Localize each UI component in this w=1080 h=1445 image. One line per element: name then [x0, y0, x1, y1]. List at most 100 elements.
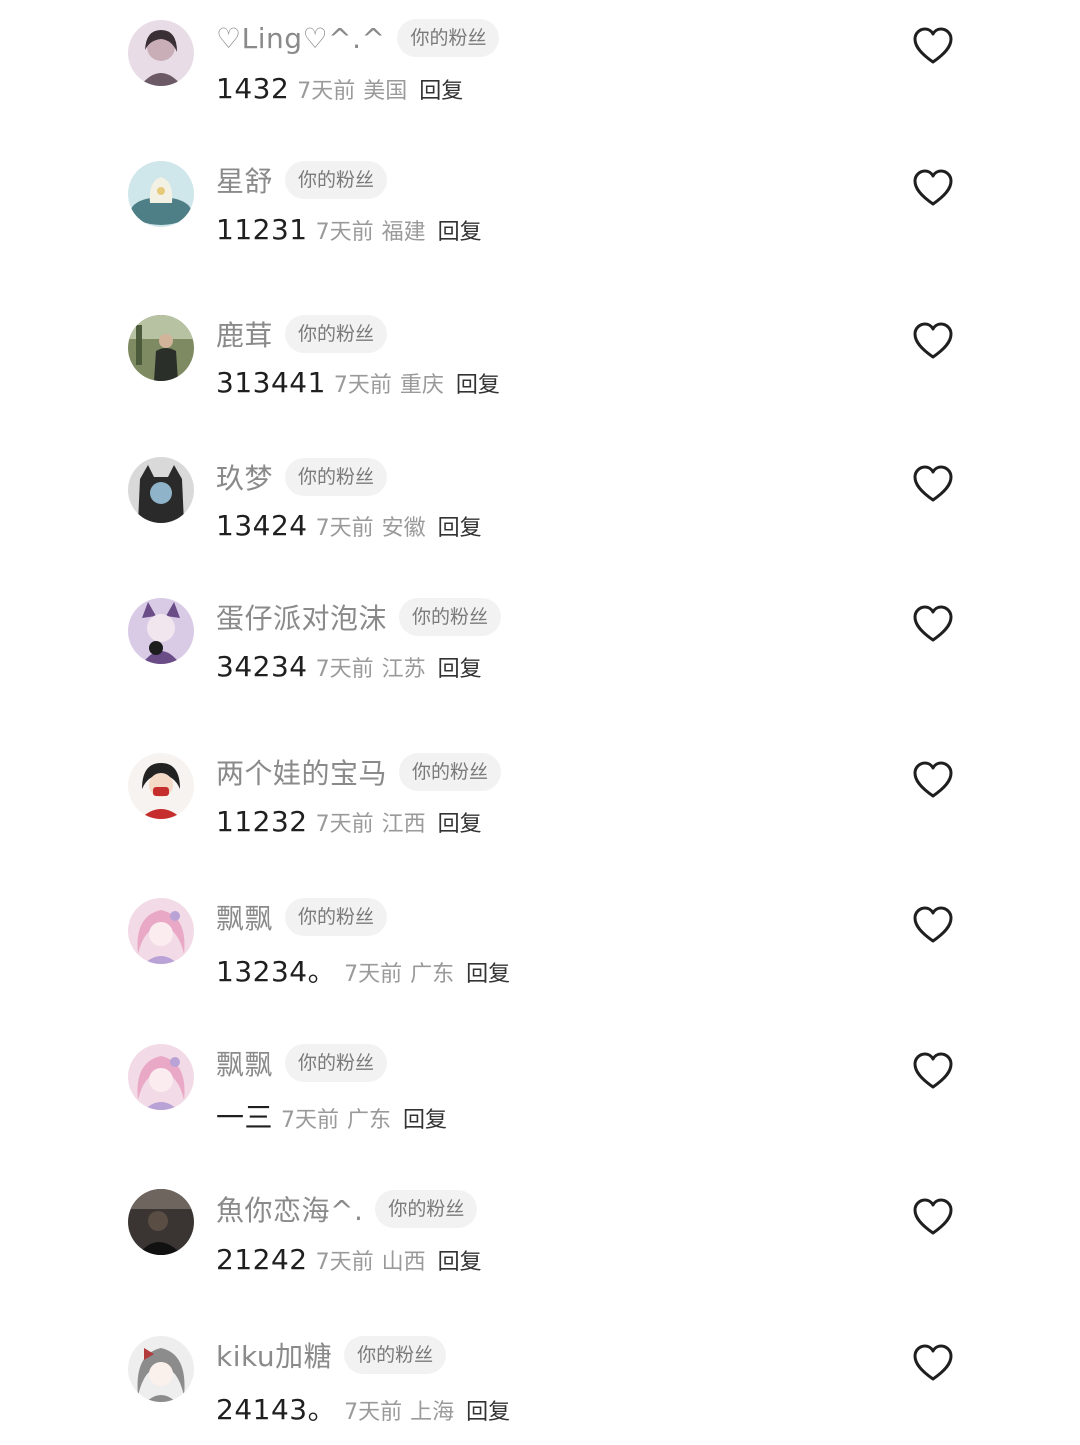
comment-location: 上海 — [410, 1400, 455, 1425]
like-button[interactable] — [912, 905, 954, 945]
username[interactable]: ♡Ling♡^.^ — [216, 22, 385, 55]
heart-outline-icon — [913, 465, 953, 502]
reply-button[interactable]: 回复 — [466, 956, 510, 988]
comment-location: 福建 — [381, 220, 426, 245]
comment-text[interactable]: 11231 — [216, 213, 308, 246]
reply-button[interactable]: 回复 — [438, 1244, 482, 1276]
comment-text[interactable]: 313441 — [216, 366, 326, 399]
meta-row: 1432 7天前 美国 回复 — [216, 72, 463, 112]
heart-outline-icon — [913, 761, 953, 798]
heart-outline-icon — [913, 906, 953, 943]
avatar[interactable] — [128, 753, 194, 819]
meta-row: 13424 7天前 安徽 回复 — [216, 509, 482, 549]
comment-time: 7天前 — [344, 962, 403, 987]
comment-text[interactable]: 13234。 — [216, 950, 336, 990]
username[interactable]: kiku加糖 — [216, 1335, 332, 1375]
heart-outline-icon — [913, 1052, 953, 1089]
comment-item: 飘飘 你的粉丝 13234。 7天前 广东 回复 — [0, 897, 1080, 1007]
comment-location: 安徽 — [381, 516, 426, 541]
fan-badge: 你的粉丝 — [399, 598, 502, 636]
name-row: 星舒 你的粉丝 — [216, 160, 388, 200]
comment-item: 星舒 你的粉丝 11231 7天前 福建 回复 — [0, 160, 1080, 270]
comment-time: 7天前 — [344, 1400, 403, 1425]
meta-row: 313441 7天前 重庆 回复 — [216, 366, 500, 406]
avatar[interactable] — [128, 161, 194, 227]
reply-button[interactable]: 回复 — [466, 1394, 510, 1426]
comment-text[interactable]: 13424 — [216, 509, 308, 542]
username[interactable]: 鹿茸 — [216, 314, 273, 354]
fan-badge: 你的粉丝 — [344, 1336, 447, 1374]
like-button[interactable] — [912, 760, 954, 800]
fan-badge: 你的粉丝 — [285, 161, 388, 199]
name-row: 玖梦 你的粉丝 — [216, 457, 388, 497]
reply-button[interactable]: 回复 — [438, 510, 482, 542]
comment-text[interactable]: 1432 — [216, 72, 289, 105]
avatar[interactable] — [128, 898, 194, 964]
name-row: kiku加糖 你的粉丝 — [216, 1335, 447, 1375]
reply-button[interactable]: 回复 — [419, 73, 463, 105]
comment-text[interactable]: 24143。 — [216, 1388, 336, 1428]
reply-button[interactable]: 回复 — [438, 651, 482, 683]
fan-badge: 你的粉丝 — [285, 315, 388, 353]
like-button[interactable] — [912, 321, 954, 361]
like-button[interactable] — [912, 1197, 954, 1237]
comment-location: 江西 — [381, 812, 426, 837]
heart-outline-icon — [913, 1344, 953, 1381]
comment-text[interactable]: 一三 — [216, 1096, 273, 1136]
name-row: 魚你恋海^. 你的粉丝 — [216, 1189, 478, 1229]
comment-time: 7天前 — [281, 1108, 340, 1133]
reply-button[interactable]: 回复 — [403, 1102, 447, 1134]
comment-text[interactable]: 21242 — [216, 1243, 308, 1276]
comment-item: 飘飘 你的粉丝 一三 7天前 广东 回复 — [0, 1043, 1080, 1153]
comment-time: 7天前 — [297, 79, 356, 104]
like-button[interactable] — [912, 464, 954, 504]
avatar[interactable] — [128, 20, 194, 86]
comment-text[interactable]: 11232 — [216, 805, 308, 838]
comment-item: 魚你恋海^. 你的粉丝 21242 7天前 山西 回复 — [0, 1189, 1080, 1299]
avatar[interactable] — [128, 457, 194, 523]
username[interactable]: 飘飘 — [216, 897, 273, 937]
avatar[interactable] — [128, 1189, 194, 1255]
username[interactable]: 蛋仔派对泡沫 — [216, 597, 387, 637]
name-row: 鹿茸 你的粉丝 — [216, 314, 388, 354]
fan-badge: 你的粉丝 — [285, 1044, 388, 1082]
comment-item: 两个娃的宝马 你的粉丝 11232 7天前 江西 回复 — [0, 752, 1080, 862]
avatar[interactable] — [128, 598, 194, 664]
avatar[interactable] — [128, 1336, 194, 1402]
reply-button[interactable]: 回复 — [438, 806, 482, 838]
heart-outline-icon — [913, 169, 953, 206]
comment-time: 7天前 — [315, 516, 374, 541]
comment-text[interactable]: 34234 — [216, 650, 308, 683]
comment-location: 广东 — [410, 962, 455, 987]
username[interactable]: 飘飘 — [216, 1043, 273, 1083]
username[interactable]: 魚你恋海^. — [216, 1189, 363, 1229]
comment-item: 玖梦 你的粉丝 13424 7天前 安徽 回复 — [0, 456, 1080, 566]
meta-row: 一三 7天前 广东 回复 — [216, 1096, 447, 1136]
comment-list: ♡Ling♡^.^ 你的粉丝 1432 7天前 美国 回复 星舒 你的粉丝 11… — [0, 0, 1080, 1440]
avatar[interactable] — [128, 1044, 194, 1110]
fan-badge: 你的粉丝 — [375, 1190, 478, 1228]
comment-location: 重庆 — [399, 373, 444, 398]
reply-button[interactable]: 回复 — [456, 367, 500, 399]
fan-badge: 你的粉丝 — [285, 898, 388, 936]
like-button[interactable] — [912, 26, 954, 66]
meta-row: 11231 7天前 福建 回复 — [216, 213, 482, 253]
like-button[interactable] — [912, 1343, 954, 1383]
like-button[interactable] — [912, 604, 954, 644]
heart-outline-icon — [913, 27, 953, 64]
username[interactable]: 玖梦 — [216, 457, 273, 497]
comment-item: kiku加糖 你的粉丝 24143。 7天前 上海 回复 — [0, 1335, 1080, 1445]
comment-location: 江苏 — [381, 657, 426, 682]
meta-row: 34234 7天前 江苏 回复 — [216, 650, 482, 690]
like-button[interactable] — [912, 1051, 954, 1091]
username[interactable]: 两个娃的宝马 — [216, 752, 387, 792]
like-button[interactable] — [912, 168, 954, 208]
comment-time: 7天前 — [315, 220, 374, 245]
meta-row: 11232 7天前 江西 回复 — [216, 805, 482, 845]
username[interactable]: 星舒 — [216, 160, 273, 200]
comment-item: 鹿茸 你的粉丝 313441 7天前 重庆 回复 — [0, 313, 1080, 423]
avatar[interactable] — [128, 315, 194, 381]
reply-button[interactable]: 回复 — [438, 214, 482, 246]
name-row: ♡Ling♡^.^ 你的粉丝 — [216, 18, 500, 58]
heart-outline-icon — [913, 605, 953, 642]
